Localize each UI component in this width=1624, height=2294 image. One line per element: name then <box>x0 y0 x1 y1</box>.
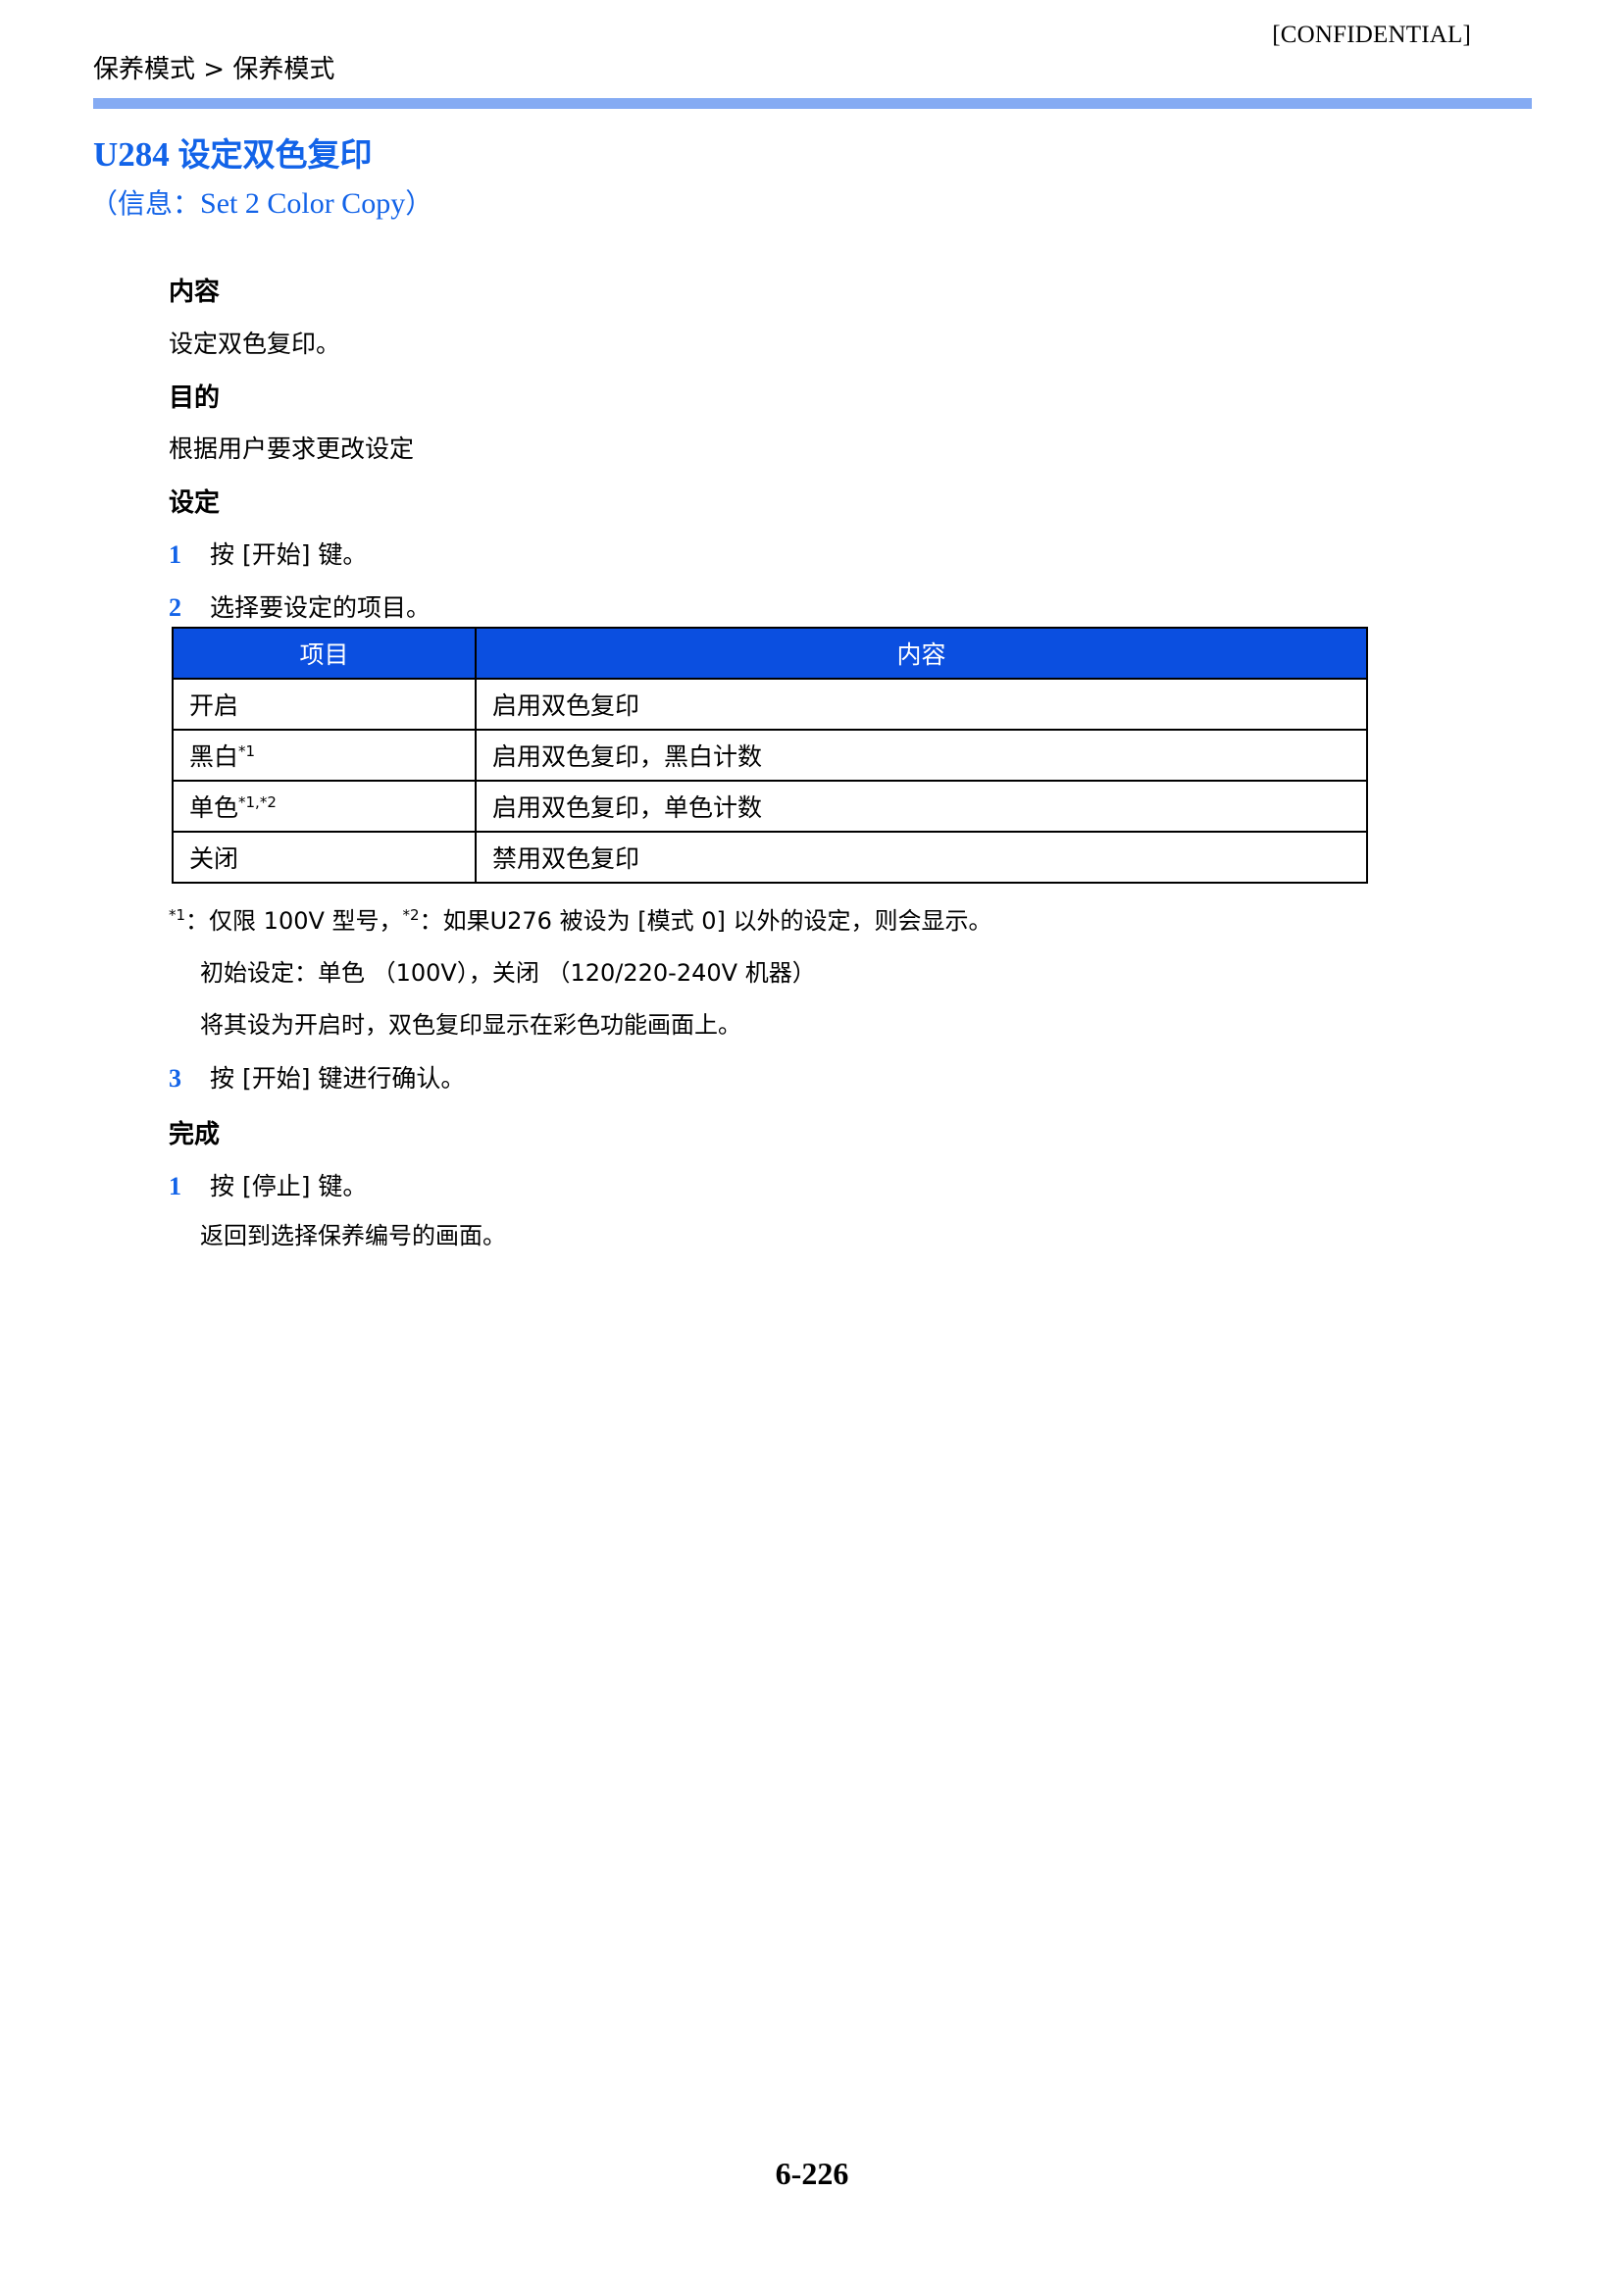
table-cell-item-footnote-marker: *1 <box>238 742 256 760</box>
table-cell-item: 单色*1,*2 <box>172 780 477 833</box>
setting-step-1-number: 1 <box>169 540 181 569</box>
table-cell-item-label: 黑白 <box>189 742 239 771</box>
completion-note: 返回到选择保养编号的画面。 <box>200 1222 506 1249</box>
completion-step-1-text: 按 [停止] 键。 <box>210 1172 368 1200</box>
page-subtitle: （信息：Set 2 Color Copy） <box>90 182 432 222</box>
page-title: U284 设定双色复印 <box>93 128 373 176</box>
table-header-content: 内容 <box>475 627 1368 680</box>
page-subtitle-prefix: （信息： <box>90 187 201 220</box>
footnote-text-1b: ：如果U276 被设为 [模式 0] 以外的设定，则会显示。 <box>419 907 992 935</box>
setting-step-2: 2 选择要设定的项目。 <box>169 588 431 624</box>
completion-step-1-number: 1 <box>169 1172 181 1200</box>
settings-table: 项目 内容 开启 启用双色复印 黑白*1 启用双色复印，黑白计数 单色*1,*2… <box>172 627 1368 884</box>
setting-step-1-text: 按 [开始] 键。 <box>210 540 368 569</box>
purpose-heading: 目的 <box>169 383 221 413</box>
table-row: 黑白*1 启用双色复印，黑白计数 <box>172 729 1368 782</box>
table-cell-item: 黑白*1 <box>172 729 477 782</box>
table-row: 开启 启用双色复印 <box>172 678 1368 731</box>
document-page: [CONFIDENTIAL] 保养模式 > 保养模式 U284 设定双色复印 （… <box>0 0 1624 2294</box>
page-number: 6-226 <box>775 2156 849 2191</box>
table-cell-item: 开启 <box>172 678 477 731</box>
page-title-name: 设定双色复印 <box>178 135 373 174</box>
table-header-row: 项目 内容 <box>172 627 1368 680</box>
table-cell-content: 启用双色复印，单色计数 <box>475 780 1368 833</box>
page-title-code: U284 <box>93 135 170 174</box>
footnote-line-2: 初始设定：单色 （100V），关闭 （120/220-240V 机器） <box>200 959 816 987</box>
header-divider-rule <box>93 98 1532 109</box>
setting-step-3-number: 3 <box>169 1064 181 1093</box>
setting-step-3: 3 按 [开始] 键进行确认。 <box>169 1059 465 1095</box>
footnote-marker-1: *1 <box>169 906 186 924</box>
table-row: 单色*1,*2 启用双色复印，单色计数 <box>172 780 1368 833</box>
table-row: 关闭 禁用双色复印 <box>172 831 1368 884</box>
table-cell-item-label: 关闭 <box>189 844 239 873</box>
footnote-marker-2: *2 <box>402 906 420 924</box>
description-text: 设定双色复印。 <box>169 330 341 358</box>
setting-step-2-text: 选择要设定的项目。 <box>210 593 431 622</box>
setting-heading: 设定 <box>169 488 221 518</box>
confidential-marking: [CONFIDENTIAL] <box>1272 22 1471 48</box>
table-cell-item: 关闭 <box>172 831 477 884</box>
page-subtitle-english: Set 2 Color Copy <box>200 187 406 220</box>
table-header-item: 项目 <box>172 627 477 680</box>
setting-step-2-number: 2 <box>169 593 181 622</box>
purpose-text: 根据用户要求更改设定 <box>169 434 415 463</box>
page-subtitle-suffix: ） <box>405 187 433 220</box>
footnote-line-3: 将其设为开启时，双色复印显示在彩色功能画面上。 <box>200 1011 741 1039</box>
table-cell-content: 启用双色复印 <box>475 678 1368 731</box>
table-cell-content: 禁用双色复印 <box>475 831 1368 884</box>
completion-heading: 完成 <box>169 1120 221 1149</box>
footnote-line-1: *1：仅限 100V 型号，*2：如果U276 被设为 [模式 0] 以外的设定… <box>169 901 991 936</box>
table-cell-item-label: 单色 <box>189 793 239 822</box>
setting-step-3-text: 按 [开始] 键进行确认。 <box>210 1064 466 1093</box>
breadcrumb: 保养模式 > 保养模式 <box>93 55 335 84</box>
footnote-text-1a: ：仅限 100V 型号， <box>185 907 403 935</box>
completion-step-1: 1 按 [停止] 键。 <box>169 1167 367 1202</box>
description-heading: 内容 <box>169 278 221 307</box>
table-cell-item-label: 开启 <box>189 691 239 720</box>
table-cell-item-footnote-marker: *1,*2 <box>238 793 277 811</box>
setting-step-1: 1 按 [开始] 键。 <box>169 535 367 571</box>
table-cell-content: 启用双色复印，黑白计数 <box>475 729 1368 782</box>
